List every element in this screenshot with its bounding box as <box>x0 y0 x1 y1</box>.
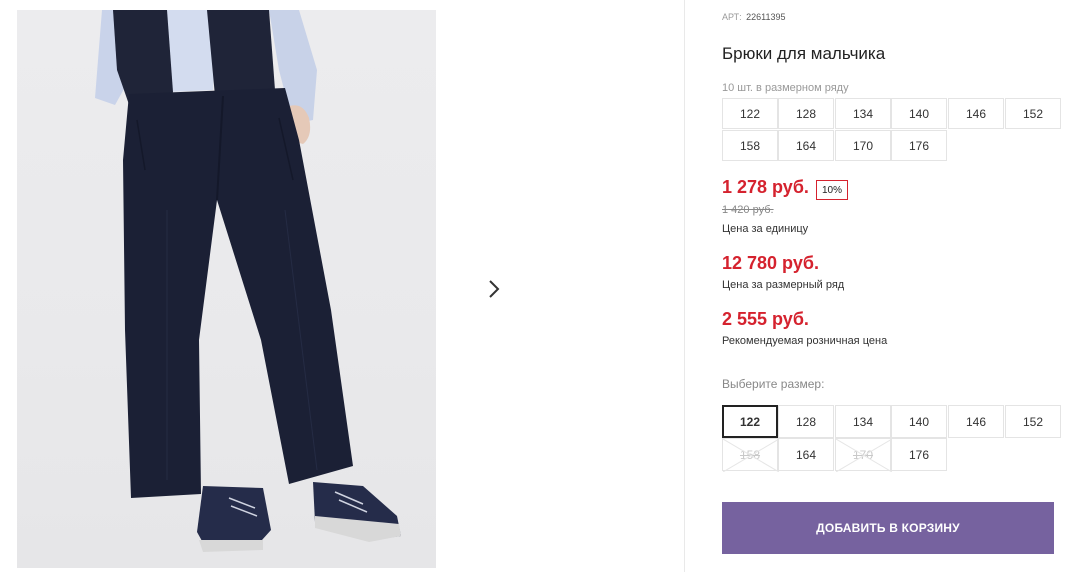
gallery-next-button[interactable] <box>468 263 520 315</box>
size-option[interactable]: 146 <box>948 405 1004 438</box>
size-row-cell: 170 <box>835 130 891 161</box>
size-row-cell: 158 <box>722 130 778 161</box>
size-option-selected[interactable]: 122 <box>722 405 778 438</box>
unavailable-cross-icon <box>836 439 892 472</box>
size-row-note: 10 шт. в размерном ряду <box>722 82 849 94</box>
product-title: Брюки для мальчика <box>722 44 886 63</box>
retail-price-caption: Рекомендуемая розничная цена <box>722 335 888 347</box>
column-divider <box>684 0 685 572</box>
size-row-cell: 140 <box>891 98 947 129</box>
size-select-grid: 122 128 134 140 146 152 158 164 170 176 <box>722 405 1061 472</box>
size-option-unavailable: 158 <box>722 438 779 472</box>
product-photo-illustration <box>95 10 401 552</box>
size-row-cell: 146 <box>948 98 1004 129</box>
size-select-label: Выберите размер: <box>722 377 825 391</box>
discount-badge: 10% <box>816 180 849 200</box>
add-to-cart-button[interactable]: ДОБАВИТЬ В КОРЗИНУ <box>722 502 1054 554</box>
size-row-cell: 152 <box>1005 98 1061 129</box>
unit-price-caption: Цена за единицу <box>722 223 809 235</box>
size-row-cell: 122 <box>722 98 778 129</box>
size-option-unavailable: 170 <box>835 438 892 472</box>
row-price-caption: Цена за размерный ряд <box>722 279 845 291</box>
sku-label: АРТ: <box>722 12 742 22</box>
unit-price: 1 278 руб. <box>722 177 809 197</box>
sku: АРТ: 22611395 <box>722 12 786 22</box>
size-option[interactable]: 164 <box>778 438 834 471</box>
size-option[interactable]: 140 <box>891 405 947 438</box>
size-option[interactable]: 128 <box>778 405 834 438</box>
old-price: 1 420 руб. <box>722 204 774 216</box>
chevron-right-icon <box>489 280 500 298</box>
row-price: 12 780 руб. <box>722 253 819 273</box>
size-row-cell: 134 <box>835 98 891 129</box>
size-option[interactable]: 176 <box>891 438 947 471</box>
product-photo <box>17 10 436 568</box>
size-option[interactable]: 134 <box>835 405 891 438</box>
retail-price: 2 555 руб. <box>722 309 809 329</box>
size-row-cell: 128 <box>778 98 834 129</box>
size-row-cell: 164 <box>778 130 834 161</box>
sku-value: 22611395 <box>746 12 786 22</box>
size-row-cell: 176 <box>891 130 947 161</box>
size-row-grid: 122 128 134 140 146 152 158 164 170 176 <box>722 98 1061 162</box>
size-option[interactable]: 152 <box>1005 405 1061 438</box>
unavailable-cross-icon <box>723 439 779 472</box>
